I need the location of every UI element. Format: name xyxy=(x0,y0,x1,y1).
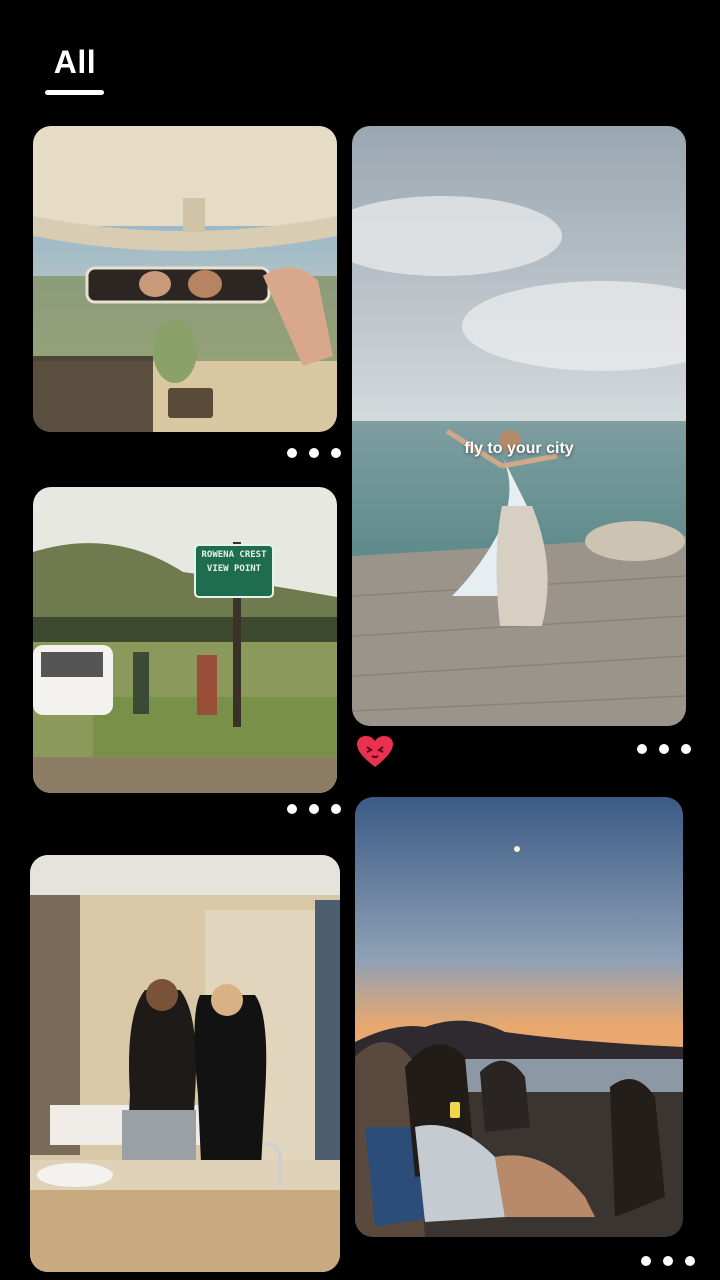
pin-overlay-caption: fly to your city xyxy=(464,440,574,457)
more-horizontal-icon xyxy=(637,744,647,754)
sign-line-2: VIEW POINT xyxy=(206,564,262,574)
heart-face-icon[interactable] xyxy=(356,735,394,769)
pin-image xyxy=(30,855,340,1272)
tab-active-indicator xyxy=(45,90,104,95)
more-horizontal-icon xyxy=(287,804,297,814)
pin-ocean-dance[interactable]: fly to your city xyxy=(352,126,686,726)
pin-image xyxy=(33,126,337,432)
more-horizontal-icon xyxy=(641,1256,651,1266)
tab-bar: All xyxy=(0,0,720,110)
pin-image xyxy=(33,487,337,793)
pin-image xyxy=(355,797,683,1237)
pin-car-mirror-more-button[interactable] xyxy=(287,442,341,464)
more-horizontal-icon xyxy=(287,448,297,458)
pin-image xyxy=(352,126,686,726)
pin-bathroom-mirror[interactable] xyxy=(30,855,340,1272)
sign-line-1: ROWENA CREST xyxy=(201,550,267,560)
tab-all[interactable]: All xyxy=(45,44,105,81)
pin-view-point[interactable]: ROWENA CREST VIEW POINT xyxy=(33,487,337,793)
pin-beach-sunset[interactable] xyxy=(355,797,683,1237)
pin-car-mirror[interactable] xyxy=(33,126,337,432)
pin-beach-sunset-more-button[interactable] xyxy=(641,1250,695,1272)
pin-view-point-more-button[interactable] xyxy=(287,798,341,820)
pin-ocean-dance-more-button[interactable] xyxy=(637,738,691,760)
